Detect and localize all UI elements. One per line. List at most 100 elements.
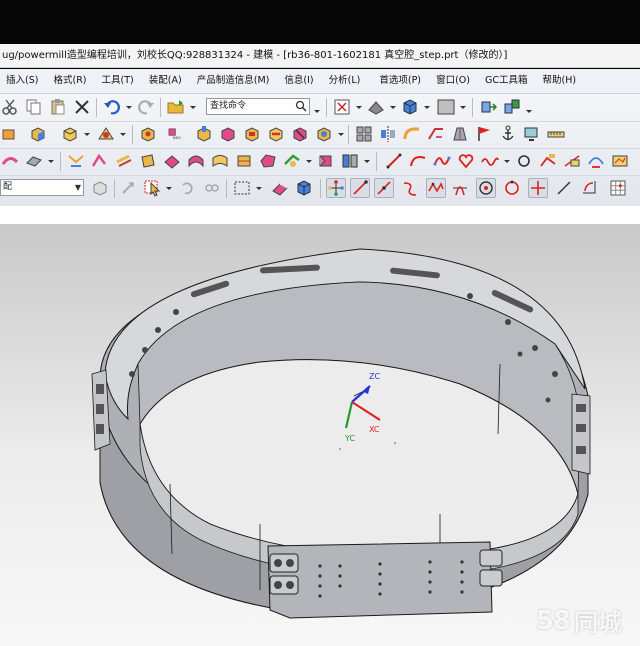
control-point-snap-icon[interactable] bbox=[400, 178, 420, 198]
offset-icon[interactable] bbox=[114, 151, 134, 171]
copy-icon[interactable] bbox=[24, 97, 44, 117]
grid-snap-icon[interactable] bbox=[608, 178, 628, 198]
surface-dropdown-icon[interactable] bbox=[46, 151, 56, 171]
blend-icon[interactable] bbox=[402, 124, 422, 144]
hole-icon[interactable] bbox=[138, 124, 158, 144]
menu-gc-toolbox[interactable]: GC工具箱 bbox=[479, 69, 534, 93]
curve-props-icon[interactable] bbox=[610, 151, 630, 171]
undo-icon[interactable] bbox=[102, 97, 122, 117]
sweep-icon[interactable] bbox=[0, 151, 20, 171]
extension-icon[interactable] bbox=[282, 151, 302, 171]
spline-icon[interactable] bbox=[432, 151, 452, 171]
dimension-icon[interactable] bbox=[562, 151, 582, 171]
render-dropdown-icon[interactable] bbox=[388, 97, 398, 117]
menu-analysis[interactable]: 分析(L) bbox=[323, 69, 367, 93]
graphics-viewport[interactable]: ZC YC XC 58 同城 bbox=[0, 224, 640, 646]
select-body-icon[interactable] bbox=[90, 178, 110, 198]
redo-icon[interactable] bbox=[136, 97, 156, 117]
boss-icon[interactable] bbox=[194, 124, 214, 144]
n-sided-icon[interactable] bbox=[258, 151, 278, 171]
open-folder-icon[interactable] bbox=[166, 97, 186, 117]
pocket-icon[interactable] bbox=[218, 124, 238, 144]
studio-surface-icon[interactable] bbox=[234, 151, 254, 171]
surface-icon[interactable] bbox=[24, 151, 44, 171]
eraser-icon[interactable] bbox=[270, 178, 290, 198]
bounding-snap-icon[interactable] bbox=[580, 178, 600, 198]
assembly-icon[interactable] bbox=[502, 97, 522, 117]
thicken-icon[interactable] bbox=[138, 151, 158, 171]
nx5-feature-icon[interactable]: NX5 bbox=[162, 124, 190, 144]
pattern-icon[interactable] bbox=[354, 124, 374, 144]
extrude-icon[interactable] bbox=[0, 124, 20, 144]
anchor-icon[interactable] bbox=[498, 124, 518, 144]
solid-cube-icon[interactable] bbox=[294, 178, 314, 198]
background-icon[interactable] bbox=[436, 97, 456, 117]
paste-icon[interactable] bbox=[48, 97, 68, 117]
wrap-icon[interactable] bbox=[316, 151, 336, 171]
heart-curve-icon[interactable] bbox=[456, 151, 476, 171]
trim-icon[interactable] bbox=[90, 151, 110, 171]
delete-icon[interactable] bbox=[72, 97, 92, 117]
arc-icon[interactable] bbox=[408, 151, 428, 171]
section-icon[interactable] bbox=[340, 151, 360, 171]
wave-curve-icon[interactable] bbox=[480, 151, 500, 171]
snap-points-icon[interactable] bbox=[326, 178, 346, 198]
measure-icon[interactable] bbox=[546, 124, 566, 144]
flag-icon[interactable] bbox=[474, 124, 494, 144]
groove-icon[interactable] bbox=[290, 124, 310, 144]
thread-dropdown-icon[interactable] bbox=[336, 124, 346, 144]
render-style-icon[interactable] bbox=[366, 97, 386, 117]
sew-icon[interactable] bbox=[66, 151, 86, 171]
box-select-icon[interactable] bbox=[232, 178, 252, 198]
box-select-dropdown-icon[interactable] bbox=[254, 178, 264, 198]
cylinder-dropdown-icon[interactable] bbox=[82, 124, 92, 144]
menu-help[interactable]: 帮助(H) bbox=[537, 69, 583, 93]
cut-icon[interactable] bbox=[0, 97, 20, 117]
part-model[interactable] bbox=[0, 224, 640, 646]
thread-icon[interactable] bbox=[314, 124, 334, 144]
point-on-curve-snap-icon[interactable] bbox=[528, 178, 548, 198]
section-dropdown-icon[interactable] bbox=[362, 151, 372, 171]
cone-icon[interactable] bbox=[96, 124, 116, 144]
rotate-select-icon[interactable] bbox=[178, 178, 198, 198]
cone-dropdown-icon[interactable] bbox=[118, 124, 128, 144]
endpoint-snap-icon[interactable] bbox=[350, 178, 370, 198]
shaded-dropdown-icon[interactable] bbox=[422, 97, 432, 117]
midpoint-snap-icon[interactable] bbox=[374, 178, 394, 198]
menu-pmi[interactable]: 产品制造信息(M) bbox=[191, 69, 276, 93]
sketch-curve-icon[interactable] bbox=[538, 151, 558, 171]
chamfer-icon[interactable] bbox=[426, 124, 446, 144]
cylinder-icon[interactable] bbox=[60, 124, 80, 144]
menu-assembly[interactable]: 装配(A) bbox=[143, 69, 188, 93]
extension-dropdown-icon[interactable] bbox=[304, 151, 314, 171]
shaded-cube-icon[interactable] bbox=[400, 97, 420, 117]
link-select-icon[interactable] bbox=[202, 178, 222, 198]
circle-point-icon[interactable] bbox=[514, 151, 534, 171]
assembly-dropdown-icon[interactable] bbox=[524, 97, 534, 117]
line-icon[interactable] bbox=[384, 151, 404, 171]
assembly-filter-select[interactable]: 配 ▼ bbox=[0, 179, 84, 196]
background-dropdown-icon[interactable] bbox=[458, 97, 468, 117]
menu-insert[interactable]: 插入(S) bbox=[0, 69, 44, 93]
wave-dropdown-icon[interactable] bbox=[502, 151, 512, 171]
draft-icon[interactable] bbox=[450, 124, 470, 144]
menu-tools[interactable]: 工具(T) bbox=[96, 69, 140, 93]
display-icon[interactable] bbox=[522, 124, 542, 144]
select-filter-icon[interactable] bbox=[142, 178, 162, 198]
quadrant-snap-icon[interactable] bbox=[502, 178, 522, 198]
snap-icon[interactable] bbox=[118, 178, 138, 198]
move-icon[interactable] bbox=[478, 97, 498, 117]
fit-dropdown-icon[interactable] bbox=[354, 97, 364, 117]
command-search-input[interactable]: 查找命令 bbox=[206, 98, 310, 115]
search-dropdown-icon[interactable] bbox=[312, 97, 322, 117]
menu-information[interactable]: 信息(I) bbox=[278, 69, 319, 93]
ruled-icon[interactable] bbox=[186, 151, 206, 171]
fit-view-icon[interactable] bbox=[332, 97, 352, 117]
mirror-icon[interactable] bbox=[378, 124, 398, 144]
block-icon[interactable] bbox=[28, 124, 48, 144]
through-curves-icon[interactable] bbox=[210, 151, 230, 171]
pad-icon[interactable] bbox=[242, 124, 262, 144]
curve-snap-icon[interactable] bbox=[426, 178, 446, 198]
edit-curve-icon[interactable] bbox=[586, 151, 606, 171]
arc-center-snap-icon[interactable] bbox=[476, 178, 496, 198]
